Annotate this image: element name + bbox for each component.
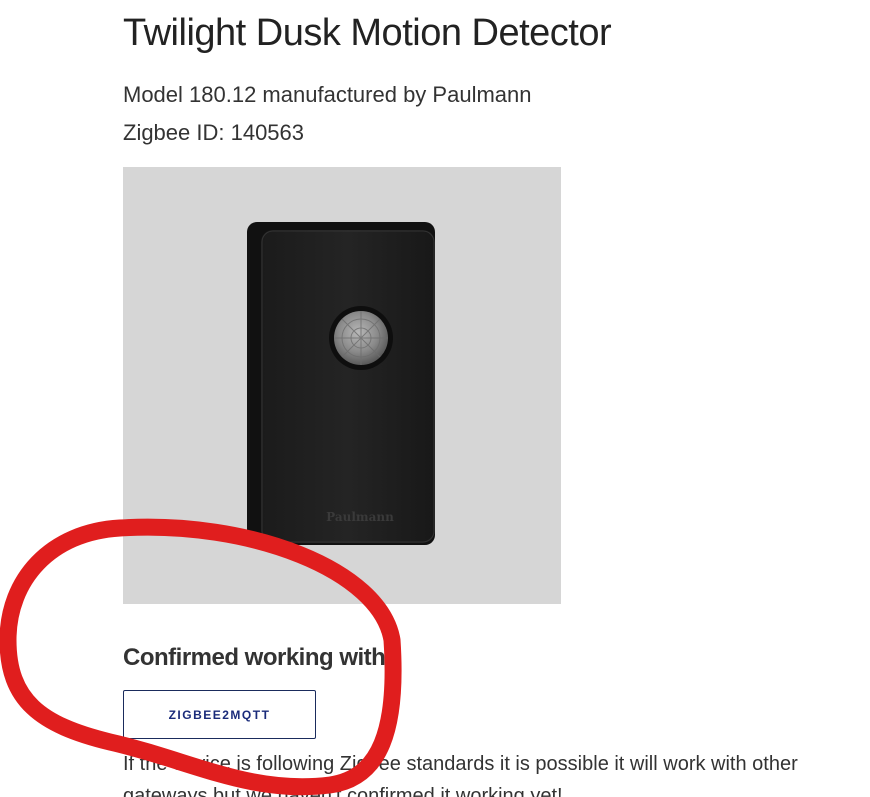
gateway-button-label: ZIGBEE2MQTT: [168, 707, 271, 722]
motion-detector-illustration: Paulmann: [247, 222, 435, 545]
brand-logo: Paulmann: [326, 510, 394, 524]
page-title: Twilight Dusk Motion Detector: [123, 12, 612, 54]
device-page: Twilight Dusk Motion Detector Model 180.…: [0, 0, 870, 797]
zigbee-id: Zigbee ID: 140563: [123, 120, 305, 145]
product-image: Paulmann: [123, 167, 561, 604]
compatibility-note: If the device is following Zigbee standa…: [123, 753, 798, 797]
zigbee2mqtt-button[interactable]: ZIGBEE2MQTT: [123, 690, 316, 739]
compatibility-heading: Confirmed working with: [123, 644, 386, 671]
model-info: Model 180.12 manufactured by Paulmann: [123, 82, 532, 107]
